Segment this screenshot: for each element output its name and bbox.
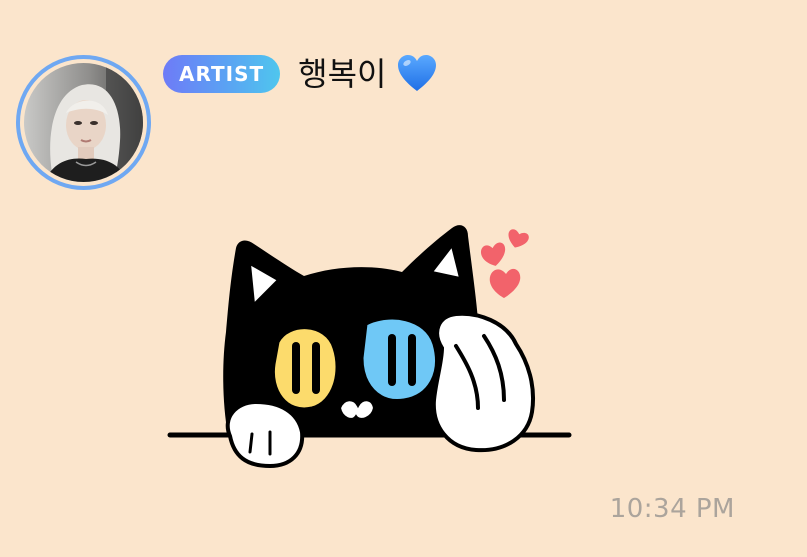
artist-badge: ARTIST <box>163 55 281 93</box>
sender-name[interactable]: 행복이 <box>298 52 386 96</box>
timestamp: 10:34 PM <box>609 494 735 524</box>
cat-sticker[interactable] <box>166 212 576 474</box>
blue-heart-icon <box>396 53 438 95</box>
message-header: ARTIST 행복이 <box>163 52 438 96</box>
chat-message: ARTIST 행복이 10:34 PM <box>0 0 807 557</box>
black-cat-sticker-icon <box>167 225 572 469</box>
avatar-photo <box>24 63 143 182</box>
avatar[interactable] <box>16 55 151 190</box>
